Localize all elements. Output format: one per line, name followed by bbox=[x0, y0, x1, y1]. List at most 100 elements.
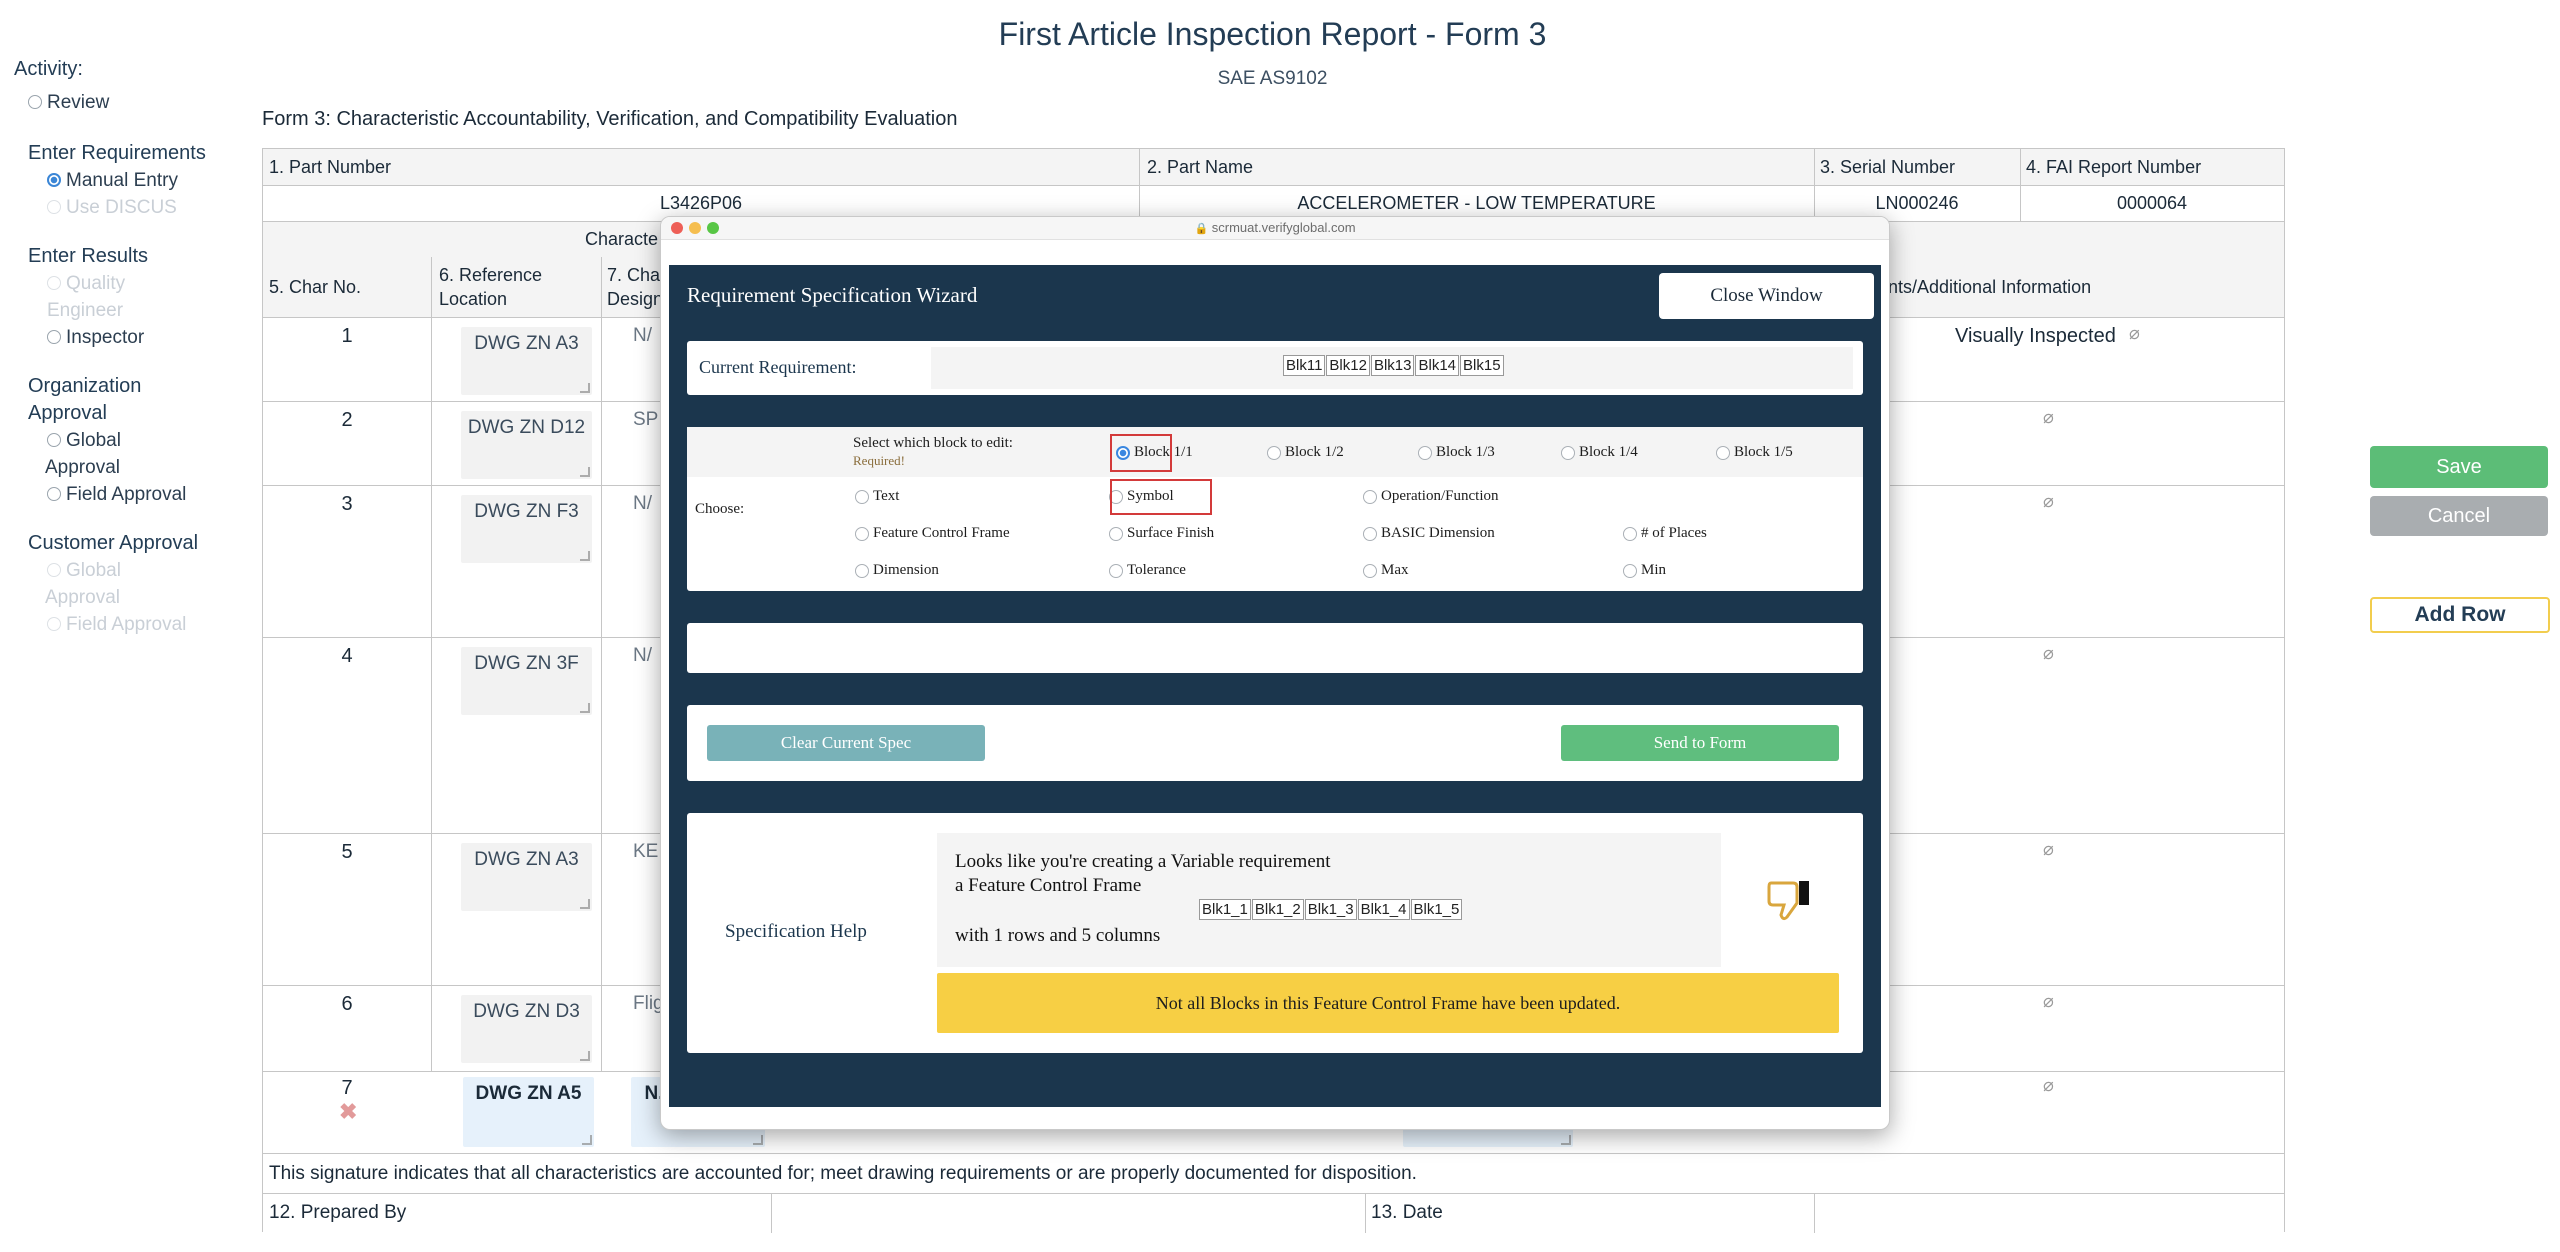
choice-feature-control-frame[interactable]: Feature Control Frame bbox=[855, 525, 1010, 542]
help-tokens: Blk1_1 Blk1_2 Blk1_3 Blk1_4 Blk1_5 bbox=[1199, 899, 1463, 920]
resize-handle-icon[interactable] bbox=[580, 1051, 590, 1061]
radio-icon[interactable] bbox=[1716, 445, 1730, 460]
requirement-block-token: Blk14 bbox=[1415, 355, 1460, 376]
option-quality-engineer[interactable]: Quality bbox=[14, 270, 219, 297]
radio-icon[interactable] bbox=[47, 200, 61, 214]
option-cust-field-approval[interactable]: Field Approval bbox=[14, 611, 219, 638]
resize-handle-icon[interactable] bbox=[580, 467, 590, 477]
block-1-2-option[interactable]: Block 1/2 bbox=[1267, 444, 1344, 461]
option-use-discus[interactable]: Use DISCUS bbox=[14, 194, 219, 221]
option-org-global-approval[interactable]: Global bbox=[14, 427, 219, 454]
reference-location-input[interactable]: DWG ZN D12 bbox=[461, 411, 592, 479]
send-to-form-button[interactable]: Send to Form bbox=[1561, 725, 1839, 761]
spec-input-panel[interactable] bbox=[687, 623, 1863, 673]
paperclip-icon[interactable]: ⌀ bbox=[2043, 1075, 2054, 1096]
paperclip-icon[interactable]: ⌀ bbox=[2043, 839, 2054, 860]
radio-icon[interactable] bbox=[47, 276, 61, 290]
reference-location-input[interactable]: DWG ZN A5 bbox=[463, 1077, 594, 1147]
reference-location-input[interactable]: DWG ZN D3 bbox=[461, 995, 592, 1063]
designator-header-line2: Design bbox=[607, 289, 664, 309]
reference-location-input[interactable]: DWG ZN 3F bbox=[461, 647, 592, 715]
add-row-button[interactable]: Add Row bbox=[2370, 597, 2550, 633]
radio-icon[interactable] bbox=[1418, 445, 1432, 460]
radio-icon[interactable] bbox=[1363, 526, 1377, 541]
resize-handle-icon[interactable] bbox=[582, 1135, 592, 1145]
choice-tolerance[interactable]: Tolerance bbox=[1109, 562, 1186, 579]
save-button[interactable]: Save bbox=[2370, 446, 2548, 488]
radio-icon[interactable] bbox=[47, 330, 61, 344]
paperclip-icon[interactable]: ⌀ bbox=[2043, 991, 2054, 1012]
paperclip-icon[interactable]: ⌀ bbox=[2129, 323, 2140, 344]
char-no-header: 5. Char No. bbox=[269, 277, 362, 297]
choice-dimension[interactable]: Dimension bbox=[855, 562, 939, 579]
designator-value: KE bbox=[633, 841, 659, 862]
radio-icon[interactable] bbox=[1623, 526, 1637, 541]
choice-surface-finish[interactable]: Surface Finish bbox=[1109, 525, 1214, 542]
help-line-2: a Feature Control Frame bbox=[955, 875, 1142, 896]
reference-location-input[interactable]: DWG ZN F3 bbox=[461, 495, 592, 563]
resize-handle-icon[interactable] bbox=[753, 1135, 763, 1145]
choose-label: Choose: bbox=[695, 501, 745, 517]
radio-icon[interactable] bbox=[47, 433, 61, 447]
option-cust-global-approval[interactable]: Global bbox=[14, 557, 219, 584]
choice-min[interactable]: Min bbox=[1623, 562, 1666, 579]
option-cust-global-approval-line2: Approval bbox=[45, 587, 120, 608]
radio-icon[interactable] bbox=[28, 95, 42, 109]
choice-text[interactable]: Text bbox=[855, 488, 899, 505]
reference-location-header-line2: Location bbox=[439, 289, 508, 309]
part-name-header: 2. Part Name bbox=[1147, 157, 1254, 177]
highlight-box bbox=[1110, 434, 1172, 472]
resize-handle-icon[interactable] bbox=[580, 899, 590, 909]
clear-current-spec-button[interactable]: Clear Current Spec bbox=[707, 725, 985, 761]
paperclip-icon[interactable]: ⌀ bbox=[2043, 407, 2054, 428]
radio-icon[interactable] bbox=[47, 563, 61, 577]
choice-num-places[interactable]: # of Places bbox=[1623, 525, 1707, 542]
radio-icon[interactable] bbox=[855, 489, 869, 504]
radio-icon[interactable] bbox=[1623, 563, 1637, 578]
reference-location-input[interactable]: DWG ZN A3 bbox=[461, 327, 592, 395]
resize-handle-icon[interactable] bbox=[1561, 1135, 1571, 1145]
char-no-2: 2 bbox=[341, 409, 353, 431]
option-org-field-approval[interactable]: Field Approval bbox=[14, 481, 219, 508]
delete-row-icon[interactable]: ✖ bbox=[339, 1099, 357, 1125]
choice-max[interactable]: Max bbox=[1363, 562, 1409, 579]
select-block-label: Select which block to edit: bbox=[853, 435, 1013, 451]
paperclip-icon[interactable]: ⌀ bbox=[2043, 491, 2054, 512]
block-1-4-option[interactable]: Block 1/4 bbox=[1561, 444, 1638, 461]
paperclip-icon[interactable]: ⌀ bbox=[2043, 643, 2054, 664]
block-1-5-option[interactable]: Block 1/5 bbox=[1716, 444, 1793, 461]
radio-icon[interactable] bbox=[47, 617, 61, 631]
close-window-button[interactable]: Close Window bbox=[1659, 273, 1874, 319]
radio-icon[interactable] bbox=[47, 487, 61, 501]
choice-basic-dimension[interactable]: BASIC Dimension bbox=[1363, 525, 1495, 542]
help-message-box: Looks like you're creating a Variable re… bbox=[937, 833, 1721, 967]
radio-selected-icon[interactable] bbox=[47, 173, 61, 187]
resize-handle-icon[interactable] bbox=[580, 551, 590, 561]
reference-location-input[interactable]: DWG ZN A3 bbox=[461, 843, 592, 911]
radio-icon[interactable] bbox=[1561, 445, 1575, 460]
radio-icon[interactable] bbox=[1363, 563, 1377, 578]
radio-icon[interactable] bbox=[1109, 563, 1123, 578]
block-1-3-option[interactable]: Block 1/3 bbox=[1418, 444, 1495, 461]
option-inspector[interactable]: Inspector bbox=[14, 324, 219, 351]
choice-operation-function[interactable]: Operation/Function bbox=[1363, 488, 1498, 505]
reference-location-header: 6. Reference bbox=[439, 265, 543, 285]
char-no-1: 1 bbox=[341, 325, 353, 347]
cancel-button[interactable]: Cancel bbox=[2370, 496, 2548, 536]
part-number-value: L3426P06 bbox=[659, 193, 743, 213]
resize-handle-icon[interactable] bbox=[580, 383, 590, 393]
option-review[interactable]: Review bbox=[14, 89, 219, 116]
radio-icon[interactable] bbox=[855, 526, 869, 541]
requirement-block-token: Blk15 bbox=[1460, 355, 1504, 376]
radio-icon[interactable] bbox=[855, 563, 869, 578]
option-manual-entry[interactable]: Manual Entry bbox=[14, 167, 219, 194]
radio-icon[interactable] bbox=[1267, 445, 1281, 460]
activity-sidebar: Activity: Review Enter Requirements Manu… bbox=[14, 56, 219, 638]
radio-icon[interactable] bbox=[1363, 489, 1377, 504]
window-titlebar: 🔒 scrmuat.verifyglobal.com bbox=[661, 217, 1889, 240]
resize-handle-icon[interactable] bbox=[580, 703, 590, 713]
radio-icon[interactable] bbox=[1109, 526, 1123, 541]
serial-number-header: 3. Serial Number bbox=[1820, 157, 1956, 177]
designator-value: N/ bbox=[633, 645, 652, 666]
designator-value: N/ bbox=[633, 493, 652, 514]
